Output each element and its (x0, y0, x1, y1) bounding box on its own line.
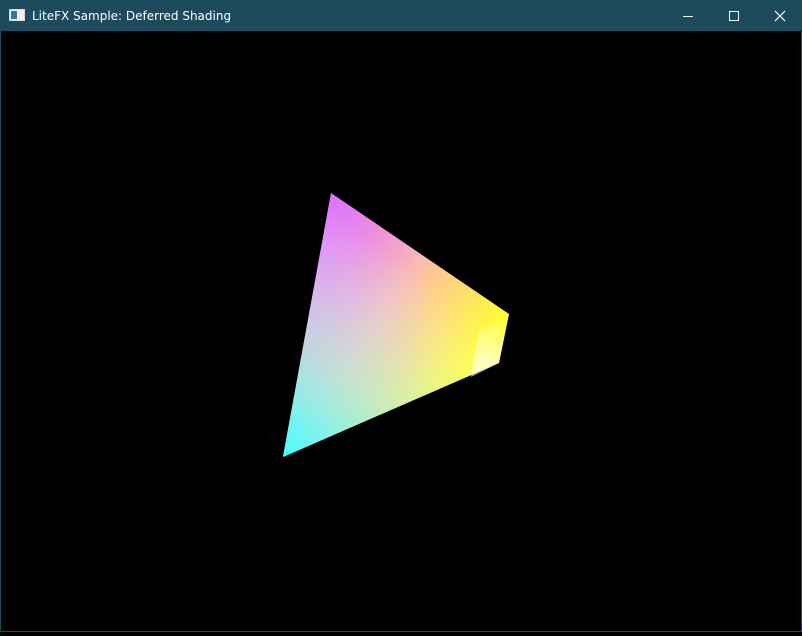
rendered-scene (283, 193, 509, 457)
close-button[interactable] (757, 1, 802, 31)
maximize-icon (729, 11, 739, 21)
app-icon-pane (11, 11, 17, 19)
app-window: LiteFX Sample: Deferred Shading (0, 0, 802, 632)
window-title: LiteFX Sample: Deferred Shading (32, 9, 232, 23)
title-bar[interactable]: LiteFX Sample: Deferred Shading (1, 1, 801, 31)
close-icon (774, 10, 786, 22)
app-window-icon[interactable] (9, 9, 25, 21)
render-viewport[interactable] (1, 31, 801, 631)
triangle-face-cyan-tint (283, 193, 509, 457)
maximize-button[interactable] (711, 1, 757, 31)
minimize-icon (683, 15, 693, 17)
minimize-button[interactable] (665, 1, 711, 31)
